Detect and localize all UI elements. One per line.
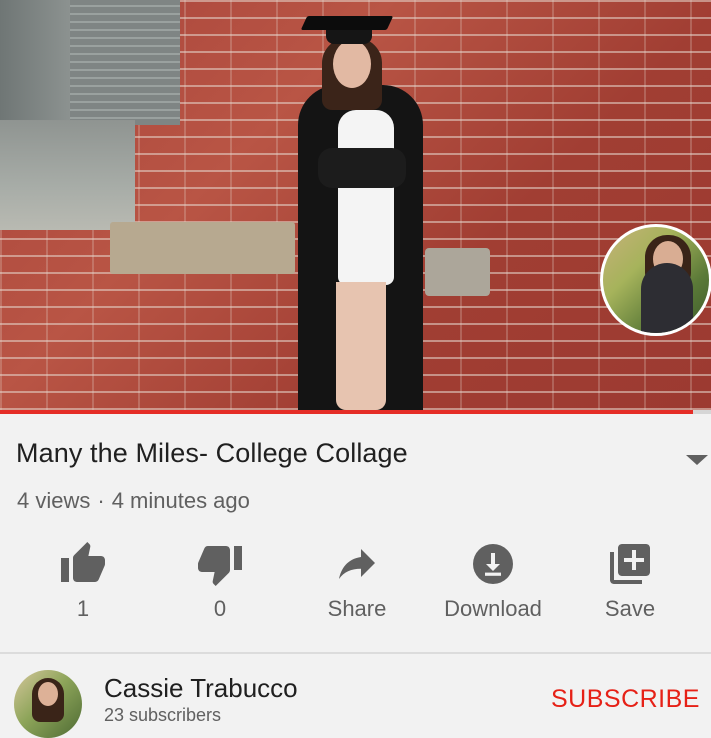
white-dress <box>338 110 394 285</box>
pip-body <box>641 263 693 333</box>
like-button[interactable]: 1 <box>18 540 148 622</box>
crossed-arms <box>318 148 406 188</box>
background-vent <box>425 248 490 296</box>
action-bar: 1 0 Share Download Save <box>0 540 711 630</box>
subject-legs <box>336 282 386 410</box>
channel-avatar[interactable] <box>14 670 82 738</box>
view-count: 4 views <box>17 488 91 513</box>
thumbs-up-icon <box>61 542 105 582</box>
section-divider <box>0 652 711 654</box>
playlist-add-icon <box>610 544 650 584</box>
dislike-count: 0 <box>213 596 227 621</box>
dislike-button[interactable]: 0 <box>155 540 285 622</box>
download-label: Download <box>444 596 542 621</box>
video-progress-fill <box>0 410 694 414</box>
video-meta: 4 views · 4 minutes ago <box>17 488 250 514</box>
background-stone <box>110 222 295 274</box>
share-button[interactable]: Share <box>292 540 422 622</box>
picture-in-picture-thumbnail[interactable] <box>600 224 711 336</box>
like-count: 1 <box>76 596 90 621</box>
subscriber-count: 23 subscribers <box>104 705 222 725</box>
video-player[interactable] <box>0 0 711 410</box>
share-label: Share <box>327 596 387 621</box>
save-button[interactable]: Save <box>565 540 695 622</box>
video-title: Many the Miles- College Collage <box>16 438 408 468</box>
avatar-face <box>38 682 58 706</box>
meta-separator: · <box>97 488 105 513</box>
video-progress-bar[interactable] <box>0 410 711 414</box>
save-label: Save <box>604 596 656 621</box>
subject-face <box>333 40 371 88</box>
subscribe-button[interactable]: SUBSCRIBE <box>551 685 700 714</box>
upload-age: 4 minutes ago <box>111 488 250 513</box>
share-icon <box>339 549 375 579</box>
background-shutter-edge <box>0 0 70 125</box>
channel-name[interactable]: Cassie Trabucco <box>104 673 298 704</box>
download-icon <box>473 544 513 584</box>
background-plank <box>0 120 135 230</box>
download-button[interactable]: Download <box>428 540 558 622</box>
thumbs-down-icon <box>198 546 242 586</box>
expand-description-icon[interactable] <box>686 455 708 465</box>
graduation-cap <box>300 16 394 30</box>
